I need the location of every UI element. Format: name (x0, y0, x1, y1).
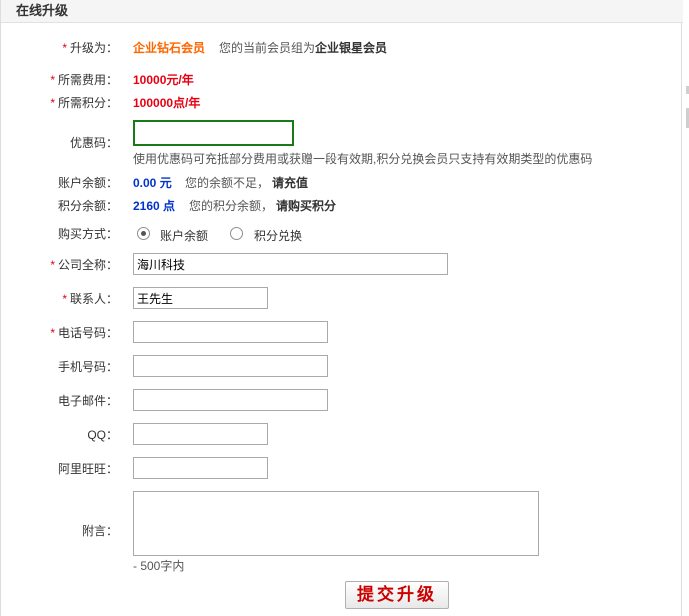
company-label: * 公司全称： (50, 258, 118, 272)
point-balance-label: 积分余额： (57, 199, 118, 213)
payment-label: 购买方式： (57, 227, 118, 241)
required-mark: * (62, 41, 67, 55)
email-input[interactable] (133, 389, 328, 411)
remark-label: 附言： (81, 524, 118, 538)
remark-limit-note: - 500字内 (133, 559, 185, 573)
required-mark: * (50, 73, 55, 87)
balance-label: 账户余额： (57, 176, 118, 190)
point-balance-note: 您的积分余额， (189, 199, 274, 213)
buy-points-link[interactable]: 请购买积分 (276, 198, 336, 214)
points-label: * 所需积分： (50, 96, 118, 110)
upgrade-label: * 升级为： (62, 41, 118, 55)
company-input[interactable] (133, 253, 448, 275)
fee-value: 10000元/年 (133, 73, 194, 87)
mobile-input[interactable] (133, 355, 328, 377)
fee-label: * 所需费用： (50, 73, 118, 87)
aliwangwang-label: 阿里旺旺： (57, 462, 118, 476)
qq-input[interactable] (133, 423, 268, 445)
required-mark: * (50, 326, 55, 340)
contact-input[interactable] (133, 287, 268, 309)
current-group-note: 您的当前会员组为企业银星会员 (219, 41, 388, 55)
panel-title: 在线升级 (16, 3, 69, 18)
payment-balance-radio[interactable] (137, 227, 150, 240)
phone-label: * 电话号码： (50, 326, 118, 340)
remark-textarea[interactable] (133, 491, 539, 556)
recharge-link[interactable]: 请充值 (272, 175, 308, 191)
point-balance-value: 2160 点 (133, 199, 176, 213)
current-group: 企业银星会员 (315, 41, 388, 55)
required-mark: * (50, 96, 55, 110)
balance-value: 0.00 元 (133, 176, 172, 190)
required-mark: * (62, 292, 67, 306)
balance-note: 您的余额不足， (185, 176, 270, 190)
payment-option-balance[interactable]: 账户余额 (160, 228, 208, 244)
payment-points-radio[interactable] (230, 227, 243, 240)
panel-header: 在线升级 (1, 0, 683, 23)
aliwangwang-input[interactable] (133, 457, 268, 479)
required-mark: * (50, 258, 55, 272)
points-value: 100000点/年 (133, 96, 201, 110)
target-membership: 企业钻石会员 (133, 41, 206, 55)
email-label: 电子邮件： (57, 394, 118, 408)
coupon-hint: 使用优惠码可充抵部分费用或获赠一段有效期,积分兑换会员只支持有效期类型的优惠码 (133, 152, 593, 166)
mobile-label: 手机号码： (57, 360, 118, 374)
coupon-label: 优惠码： (69, 136, 118, 150)
coupon-input[interactable] (133, 120, 294, 146)
payment-option-points[interactable]: 积分兑换 (254, 228, 302, 244)
contact-label: * 联系人： (62, 292, 118, 306)
submit-upgrade-button[interactable]: 提交升级 (345, 581, 449, 609)
qq-label: QQ： (87, 428, 118, 442)
phone-input[interactable] (133, 321, 328, 343)
